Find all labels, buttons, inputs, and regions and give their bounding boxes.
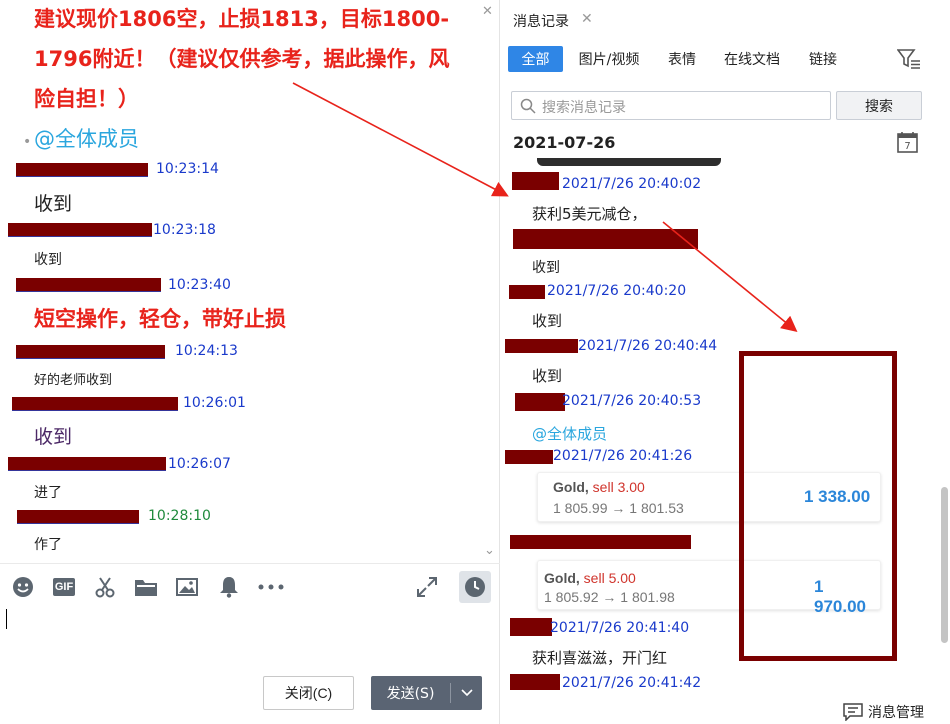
- search-input[interactable]: 搜索消息记录: [511, 91, 831, 120]
- announcement-line-3: 险自担！）: [34, 87, 139, 111]
- text-input-caret[interactable]: [6, 609, 7, 629]
- send-button[interactable]: 发送(S): [371, 676, 450, 710]
- message-text: 收到: [34, 193, 73, 215]
- message-text-highlight: 短空操作，轻仓，带好止损: [34, 307, 286, 331]
- image-icon[interactable]: [174, 574, 200, 600]
- calendar-icon[interactable]: 7: [897, 131, 918, 157]
- redacted-sender: [16, 345, 165, 359]
- close-button[interactable]: 关闭(C): [263, 676, 354, 710]
- expand-icon[interactable]: [414, 574, 440, 600]
- history-text: 收到: [532, 260, 560, 276]
- history-time: 2021/7/26 20:40:53: [562, 393, 702, 409]
- gif-icon[interactable]: GIF: [50, 574, 78, 600]
- message-time: 10:26:07: [168, 456, 231, 472]
- redacted-sender: [12, 397, 178, 411]
- send-button-group: 发送(S): [371, 676, 482, 710]
- message-text: 好的老师收到: [34, 373, 113, 388]
- scroll-bottom-icon[interactable]: ⌄: [484, 543, 495, 558]
- history-time: 2021/7/26 20:40:44: [578, 338, 718, 354]
- message-text: 作了: [34, 537, 62, 553]
- folder-icon[interactable]: [133, 574, 159, 600]
- message-time: 10:23:14: [156, 161, 219, 177]
- history-mention[interactable]: @全体成员: [532, 423, 607, 444]
- redacted-quote: [513, 229, 698, 249]
- redacted-sender: [510, 674, 560, 690]
- history-time: 2021/7/26 20:40:20: [547, 283, 687, 299]
- mention-all[interactable]: @全体成员: [34, 123, 139, 153]
- history-time: 2021/7/26 20:41:26: [553, 448, 693, 464]
- search-placeholder: 搜索消息记录: [542, 100, 626, 116]
- filter-all[interactable]: 全部: [508, 46, 563, 72]
- collapse-icon[interactable]: ✕: [482, 4, 493, 19]
- redacted-sender: [16, 163, 148, 177]
- message-manage-button[interactable]: 消息管理: [843, 702, 924, 722]
- redacted-sender: [515, 393, 565, 411]
- search-icon: [520, 98, 536, 114]
- history-scrollbar[interactable]: [941, 487, 948, 643]
- bullet-dot: •: [23, 134, 32, 150]
- emoji-icon[interactable]: [10, 574, 36, 600]
- redacted-sender: [16, 278, 161, 292]
- message-time: 10:26:01: [183, 395, 246, 411]
- history-text: 收到: [532, 312, 563, 330]
- scissors-icon[interactable]: [92, 574, 118, 600]
- message-text: 收到: [34, 426, 73, 448]
- message-text: 进了: [34, 485, 62, 501]
- chat-bubble-icon: [843, 703, 863, 721]
- annotation-highlight-box: [739, 351, 897, 661]
- message-time: 10:28:10: [148, 508, 211, 524]
- redacted-sender: [17, 510, 139, 524]
- chat-pane: 建议现价1806空，止损1813，目标1800- 1796附近！（建议仅供参考，…: [0, 0, 500, 724]
- history-time: 2021/7/26 20:41:42: [562, 675, 702, 691]
- trade-card-prices: 1 805.99 → 1 801.53: [553, 500, 684, 516]
- filter-links[interactable]: 链接: [798, 46, 848, 72]
- trade-card-title: Gold, sell 5.00: [544, 570, 636, 586]
- filter-online-docs[interactable]: 在线文档: [716, 46, 788, 72]
- redacted-sender: [505, 450, 553, 464]
- history-text: 获利喜滋滋，开门红: [532, 649, 668, 667]
- redacted-sender: [512, 172, 559, 190]
- close-tab-icon[interactable]: ✕: [581, 11, 593, 27]
- filter-settings-icon[interactable]: [896, 48, 921, 74]
- redacted-sender: [8, 457, 166, 471]
- search-button[interactable]: 搜索: [836, 91, 922, 120]
- input-toolbar: GIF: [0, 563, 500, 609]
- redacted-sender: [505, 339, 578, 353]
- message-time: 10:24:13: [175, 343, 238, 359]
- trade-card-prices: 1 805.92 → 1 801.98: [544, 589, 675, 605]
- history-text: 获利5美元减仓，: [532, 205, 647, 223]
- svg-text:7: 7: [904, 141, 910, 152]
- message-manage-label: 消息管理: [868, 705, 924, 721]
- date-header: 2021-07-26: [513, 133, 616, 152]
- redacted-sender: [510, 535, 691, 549]
- announcement-line-2: 1796附近！（建议仅供参考，据此操作，风: [34, 47, 450, 71]
- history-tab-title: 消息记录: [513, 14, 569, 30]
- message-text: 收到: [34, 252, 62, 268]
- image-thumbnail-edge: [537, 158, 721, 166]
- filter-media[interactable]: 图片/视频: [569, 46, 649, 72]
- more-icon[interactable]: [256, 574, 286, 600]
- send-options-chevron-icon[interactable]: [451, 676, 482, 710]
- redacted-sender: [509, 285, 545, 299]
- message-time: 10:23:18: [153, 222, 216, 238]
- announcement-line-1: 建议现价1806空，止损1813，目标1800-: [34, 7, 450, 31]
- history-time: 2021/7/26 20:41:40: [550, 620, 690, 636]
- history-clock-icon[interactable]: [459, 571, 491, 603]
- redacted-sender: [8, 223, 152, 237]
- history-tab[interactable]: 消息记录 ✕: [501, 0, 950, 38]
- filter-emoji[interactable]: 表情: [657, 46, 707, 72]
- bell-icon[interactable]: [216, 574, 242, 600]
- history-time: 2021/7/26 20:40:02: [562, 176, 702, 192]
- trade-card-title: Gold, sell 3.00: [553, 479, 645, 495]
- history-text: 收到: [532, 367, 563, 385]
- redacted-sender: [510, 618, 552, 636]
- message-time: 10:23:40: [168, 277, 231, 293]
